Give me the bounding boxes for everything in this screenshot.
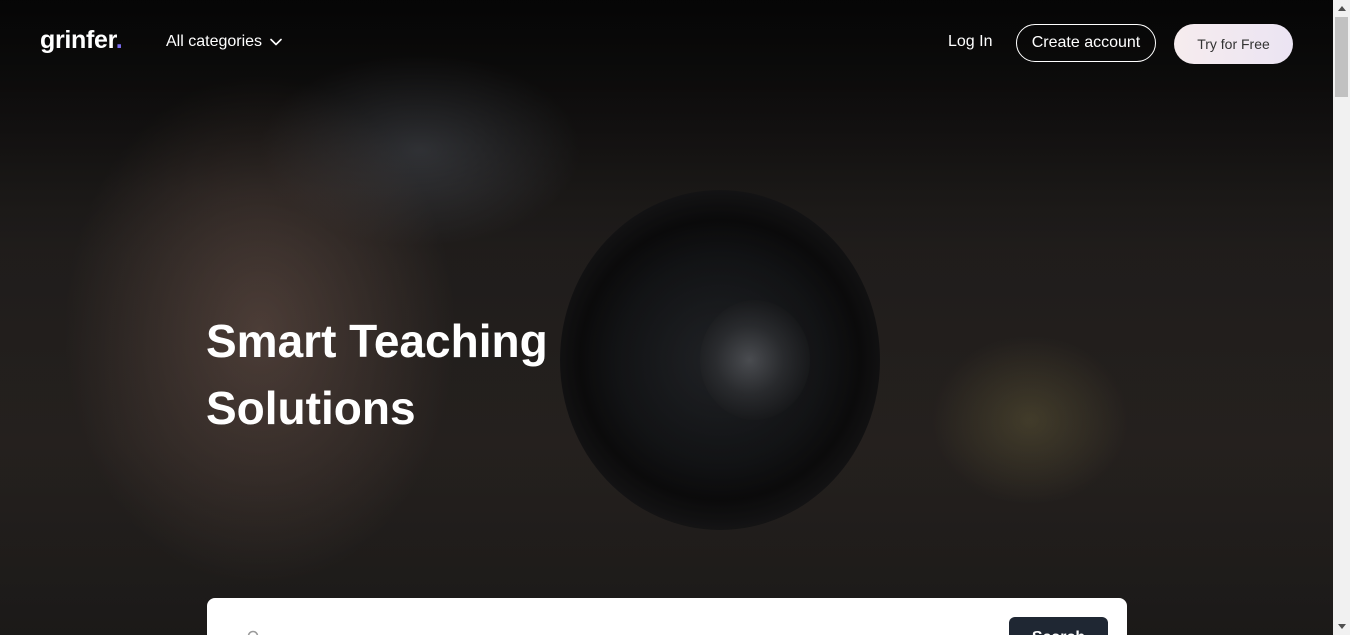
try-for-free-button[interactable]: Try for Free [1174,24,1293,64]
site-header: grinfer. All categories Log In Create ac… [0,0,1333,88]
scroll-up-arrow-icon[interactable] [1333,0,1350,17]
all-categories-dropdown[interactable]: All categories [166,33,282,51]
login-link[interactable]: Log In [948,33,992,51]
logo-dot: . [115,26,123,54]
hero-title: Smart Teaching Solutions [206,308,626,442]
scrollbar-thumb[interactable] [1335,17,1348,97]
search-button[interactable]: Search [1009,617,1108,635]
search-icon [247,630,261,635]
page: grinfer. All categories Log In Create ac… [0,0,1350,635]
scroll-down-arrow-icon[interactable] [1333,618,1350,635]
hero-title-line-2: Solutions [206,382,416,434]
logo[interactable]: grinfer. [40,26,123,55]
chevron-down-icon [270,36,282,48]
create-account-button[interactable]: Create account [1016,24,1156,62]
vertical-scrollbar[interactable] [1333,0,1350,635]
hero-overlay [0,0,1333,635]
logo-text: grinfer [40,26,116,54]
search-card: Search [207,598,1127,635]
hero-title-line-1: Smart Teaching [206,315,548,367]
all-categories-label: All categories [166,33,263,50]
